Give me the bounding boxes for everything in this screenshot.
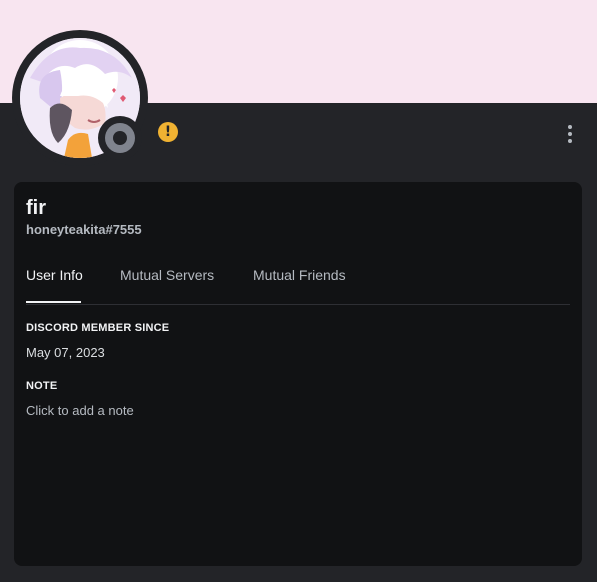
note-heading: NOTE [26, 380, 58, 392]
dot [568, 125, 572, 129]
member-since-value: May 07, 2023 [26, 345, 105, 360]
active-tab-indicator [26, 301, 81, 303]
tab-mutual-friends[interactable]: Mutual Friends [253, 265, 346, 285]
more-options-button[interactable] [558, 122, 582, 146]
profile-tabs: User Info Mutual Servers Mutual Friends [26, 262, 570, 305]
display-name: fir [26, 197, 46, 219]
warning-icon[interactable]: ! [158, 122, 178, 142]
member-since-heading: DISCORD MEMBER SINCE [26, 322, 170, 334]
username[interactable]: honeyteakita#7555 [26, 222, 142, 238]
dot [568, 139, 572, 143]
user-profile-modal: ! fir honeyteakita#7555 User Info Mutual… [0, 0, 597, 582]
dot [568, 132, 572, 136]
profile-info-card: fir honeyteakita#7555 User Info Mutual S… [14, 182, 582, 566]
tab-user-info[interactable]: User Info [26, 265, 83, 285]
status-dot-inner [113, 131, 127, 145]
note-input[interactable]: Click to add a note [26, 402, 426, 420]
tab-mutual-servers[interactable]: Mutual Servers [120, 265, 214, 285]
